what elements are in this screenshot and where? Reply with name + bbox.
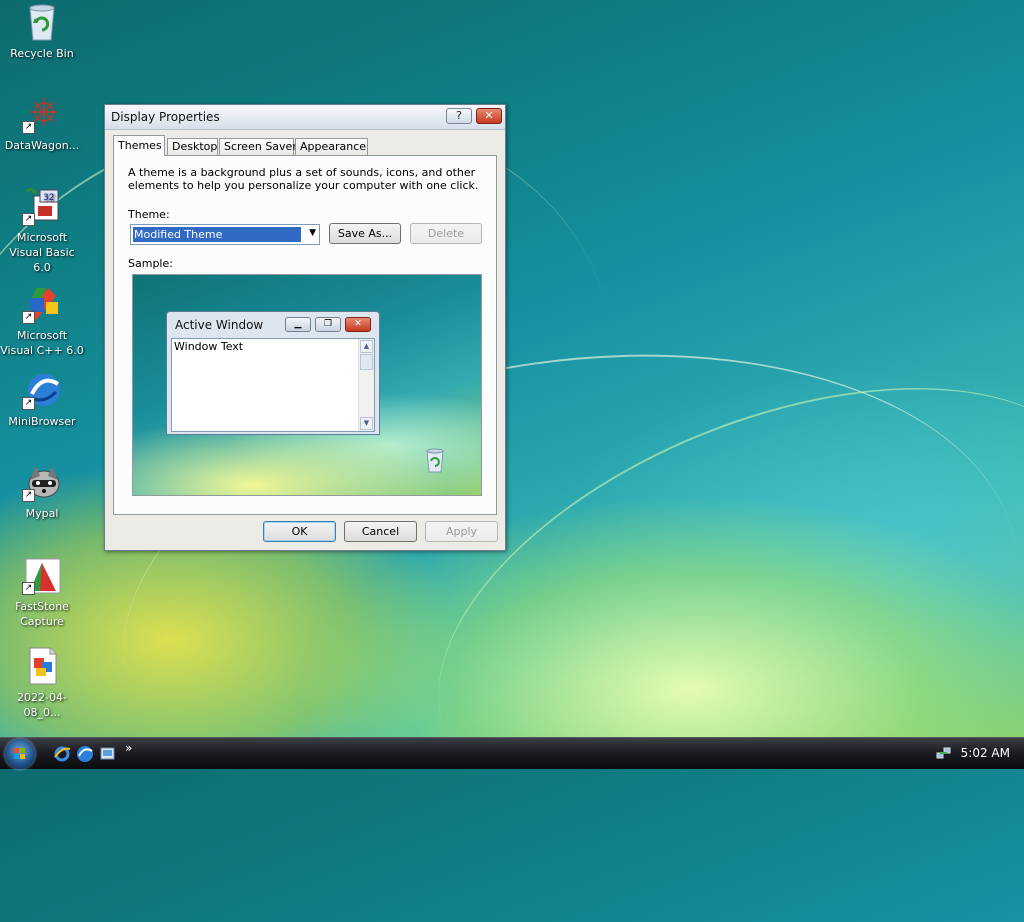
mypal-icon: ↗ (22, 462, 62, 502)
minibrowser-icon: ↗ (22, 370, 62, 410)
desktop-icon-visual-basic[interactable]: 32 ↗ Microsoft Visual Basic 6.0 (0, 186, 84, 275)
scroll-thumb (360, 354, 373, 370)
windows-logo-icon (14, 748, 25, 759)
network-icon[interactable] (936, 745, 952, 761)
taskbar: » 5:02 AM (0, 737, 1024, 769)
minimize-icon: ▁ (285, 317, 311, 332)
shortcut-arrow-icon: ↗ (22, 121, 35, 134)
tab-desktop[interactable]: Desktop (167, 138, 218, 155)
theme-sample-preview: Active Window ▁ ❐ ✕ Window Text ▲ ▼ (132, 274, 482, 496)
shortcut-arrow-icon: ↗ (22, 213, 35, 226)
desktop-icon-screenshot-file[interactable]: 2022-04-08_0... (0, 646, 84, 720)
help-button[interactable]: ? (446, 108, 472, 124)
scroll-down-icon: ▼ (360, 417, 373, 430)
desktop-icon-minibrowser[interactable]: ↗ MiniBrowser (0, 370, 84, 429)
cancel-button[interactable]: Cancel (344, 521, 417, 542)
sample-label: Sample: (128, 257, 173, 270)
start-button[interactable] (5, 739, 35, 769)
dialog-titlebar[interactable]: Display Properties ? ✕ (105, 105, 505, 130)
desktop-icon-label: 2022-04-08_0... (17, 691, 67, 719)
sample-window-title: Active Window (175, 318, 264, 332)
taskbar-clock[interactable]: 5:02 AM (961, 746, 1010, 760)
desktop-icon-mypal[interactable]: ↗ Mypal (0, 462, 84, 521)
tab-appearance[interactable]: Appearance (295, 138, 368, 155)
theme-dropdown[interactable]: Modified Theme ▼ (130, 224, 320, 245)
shortcut-arrow-icon: ↗ (22, 582, 35, 595)
dropdown-arrow-icon[interactable]: ▼ (309, 228, 316, 238)
close-icon: ✕ (345, 317, 371, 332)
minibrowser-quicklaunch-icon[interactable] (76, 745, 94, 763)
tab-screen-saver[interactable]: Screen Saver (219, 138, 297, 155)
themes-panel: A theme is a background plus a set of so… (113, 155, 497, 515)
sample-window-client: Window Text ▲ ▼ (171, 338, 375, 432)
desktop-icon-label: Mypal (25, 507, 59, 520)
show-desktop-icon[interactable] (99, 745, 117, 763)
sample-window-text: Window Text (174, 340, 244, 353)
sample-recycle-bin-icon (423, 447, 447, 476)
shortcut-arrow-icon: ↗ (22, 311, 35, 324)
shortcut-arrow-icon: ↗ (22, 397, 35, 410)
quicklaunch-more-button[interactable]: » (125, 741, 132, 755)
recycle-bin-icon (22, 2, 62, 42)
desktop-icon-faststone[interactable]: ↗ FastStone Capture (0, 555, 84, 629)
theme-description: A theme is a background plus a set of so… (128, 166, 479, 192)
image-file-icon (22, 646, 62, 686)
internet-explorer-icon[interactable] (53, 745, 71, 763)
save-as-button[interactable]: Save As... (329, 223, 401, 244)
desktop-icon-visual-cpp[interactable]: ↗ Microsoft Visual C++ 6.0 (0, 284, 84, 358)
desktop-icon-label: Microsoft Visual C++ 6.0 (0, 329, 84, 357)
datawagon-icon: ↗ (22, 94, 62, 134)
shortcut-arrow-icon: ↗ (22, 489, 35, 502)
restore-icon: ❐ (315, 317, 341, 332)
svg-text:32: 32 (43, 193, 54, 203)
visual-basic-icon: 32 ↗ (22, 186, 62, 226)
desktop-icon-recycle-bin[interactable]: Recycle Bin (0, 2, 84, 61)
desktop-icon-label: MiniBrowser (8, 415, 76, 428)
desktop-icon-label: FastStone Capture (15, 600, 69, 628)
desktop-icon-label: Microsoft Visual Basic 6.0 (9, 231, 75, 274)
close-button[interactable]: ✕ (476, 108, 502, 124)
desktop-icon-label: Recycle Bin (10, 47, 74, 60)
sample-active-window: Active Window ▁ ❐ ✕ Window Text ▲ ▼ (166, 311, 380, 435)
desktop-icon-datawagon[interactable]: ↗ DataWagon... (0, 94, 84, 153)
dialog-title: Display Properties (111, 110, 220, 124)
ok-button[interactable]: OK (263, 521, 336, 542)
visual-cpp-icon: ↗ (22, 284, 62, 324)
sample-scrollbar: ▲ ▼ (358, 339, 374, 431)
faststone-icon: ↗ (22, 555, 62, 595)
tab-themes[interactable]: Themes (113, 135, 165, 156)
theme-label: Theme: (128, 208, 170, 221)
display-properties-dialog: Display Properties ? ✕ Themes Desktop Sc… (104, 104, 506, 551)
scroll-up-icon: ▲ (360, 340, 373, 353)
desktop-icon-label: DataWagon... (4, 139, 80, 152)
theme-selected-value: Modified Theme (133, 227, 301, 242)
apply-button[interactable]: Apply (425, 521, 498, 542)
delete-button[interactable]: Delete (410, 223, 482, 244)
